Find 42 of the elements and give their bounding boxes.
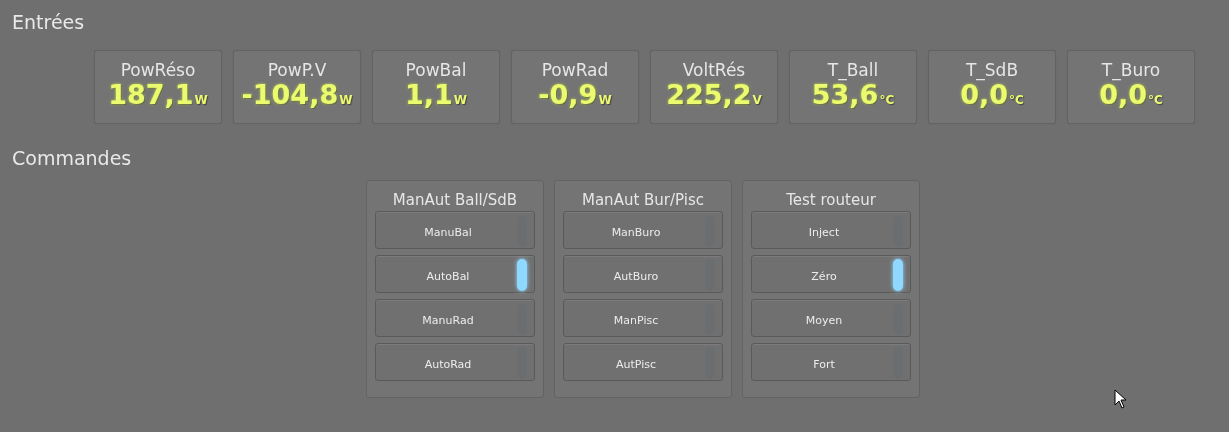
sensor-value: 1,1 [404, 80, 453, 110]
section-heading: Commandes [12, 146, 133, 170]
sensor-value: -104,8 [241, 80, 339, 110]
unit-label: W [453, 93, 468, 107]
unit-label: °C [1009, 93, 1024, 107]
sensor-value: 53,6 [811, 80, 879, 110]
sensor-label: T_SdB [965, 60, 1019, 80]
sensor-label: T_Ball [827, 60, 879, 80]
toggle-button[interactable]: AutoBal [375, 255, 535, 293]
toggle-button[interactable]: AutBuro [563, 255, 723, 293]
sensor-value: 225,2 [666, 80, 752, 110]
sensor-label: PowP.V [267, 60, 327, 80]
section-heading: Entrées [12, 10, 86, 34]
toggle-button[interactable]: Zéro [751, 255, 911, 293]
sensor-value: 0,0 [1099, 80, 1147, 110]
sensor-label: VoltRés [682, 60, 746, 80]
toggle-button[interactable]: Fort [751, 343, 911, 381]
toggle-button[interactable]: ManBuro [563, 211, 723, 249]
toggle-button[interactable]: ManuBal [375, 211, 535, 249]
unit-label: V [752, 93, 762, 107]
mouse-pointer-icon [1114, 389, 1128, 409]
sensor-label: PowRad [541, 60, 609, 80]
unit-label: °C [879, 93, 895, 107]
toggle-button[interactable]: Moyen [751, 299, 911, 337]
toggle-button[interactable]: ManuRad [375, 299, 535, 337]
sensor-value: 187,1 [108, 80, 194, 110]
sensor-label: T_Buro [1101, 60, 1161, 80]
toggle-button[interactable]: Inject [751, 211, 911, 249]
group-title: ManAut Bur/Pisc [581, 191, 705, 209]
toggle-button[interactable]: ManPisc [563, 299, 723, 337]
unit-label: W [339, 93, 353, 107]
group-title: Test routeur [785, 191, 877, 209]
unit-label: W [598, 93, 612, 107]
sensor-label: PowRéso [120, 60, 196, 80]
sensor-value: 0,0 [960, 80, 1008, 110]
toggle-button[interactable]: AutoRad [375, 343, 535, 381]
toggle-button[interactable]: AutPisc [563, 343, 723, 381]
sensor-value: -0,9 [538, 80, 598, 110]
unit-label: °C [1148, 93, 1163, 107]
unit-label: W [194, 93, 208, 107]
sensor-label: PowBal [405, 60, 467, 80]
group-title: ManAut Ball/SdB [391, 191, 519, 209]
